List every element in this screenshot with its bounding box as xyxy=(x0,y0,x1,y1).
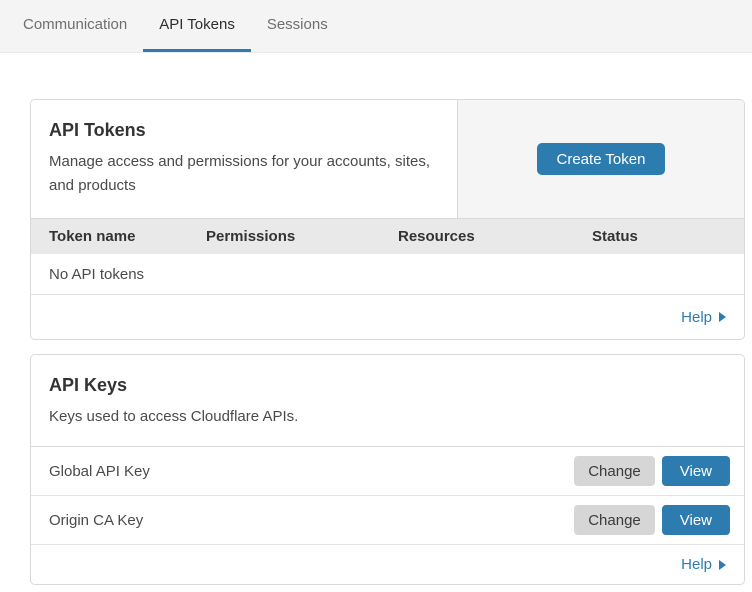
api-keys-help-link[interactable]: Help xyxy=(681,556,726,573)
api-tokens-card-header-text: API Tokens Manage access and permissions… xyxy=(31,100,457,218)
token-table-col-token-name: Token name xyxy=(49,228,206,245)
global-api-key-view-button[interactable]: View xyxy=(662,456,730,486)
api-tokens-title: API Tokens xyxy=(49,120,439,141)
api-keys-card: API Keys Keys used to access Cloudflare … xyxy=(30,354,745,585)
token-table-col-resources: Resources xyxy=(398,228,592,245)
token-table-empty-row: No API tokens xyxy=(31,254,744,295)
help-arrow-icon xyxy=(719,312,726,322)
global-api-key-actions: Change View xyxy=(574,456,730,486)
token-table-header: Token name Permissions Resources Status xyxy=(31,218,744,254)
page-content: API Tokens Manage access and permissions… xyxy=(0,53,752,585)
create-token-button[interactable]: Create Token xyxy=(537,143,666,175)
token-table-col-status: Status xyxy=(592,228,744,245)
api-tokens-card-header-panel: Create Token xyxy=(457,100,744,218)
global-api-key-change-button[interactable]: Change xyxy=(574,456,655,486)
tab-api-tokens[interactable]: API Tokens xyxy=(143,0,251,52)
api-keys-title: API Keys xyxy=(49,375,726,396)
token-table-col-permissions: Permissions xyxy=(206,228,398,245)
tab-sessions[interactable]: Sessions xyxy=(251,0,344,52)
tab-communication[interactable]: Communication xyxy=(7,0,143,52)
api-keys-card-header: API Keys Keys used to access Cloudflare … xyxy=(31,355,744,447)
origin-ca-key-view-button[interactable]: View xyxy=(662,505,730,535)
api-keys-description: Keys used to access Cloudflare APIs. xyxy=(49,405,726,429)
origin-ca-key-change-button[interactable]: Change xyxy=(574,505,655,535)
api-keys-card-footer: Help xyxy=(31,545,744,584)
api-tokens-card-footer: Help xyxy=(31,295,744,339)
api-tokens-help-link[interactable]: Help xyxy=(681,309,726,326)
origin-ca-key-row: Origin CA Key Change View xyxy=(31,496,744,545)
api-tokens-description: Manage access and permissions for your a… xyxy=(49,150,439,198)
global-api-key-label: Global API Key xyxy=(49,463,574,480)
tab-bar: Communication API Tokens Sessions xyxy=(0,0,752,53)
help-arrow-icon xyxy=(719,560,726,570)
global-api-key-row: Global API Key Change View xyxy=(31,447,744,496)
origin-ca-key-label: Origin CA Key xyxy=(49,512,574,529)
api-tokens-card: API Tokens Manage access and permissions… xyxy=(30,99,745,340)
help-link-label: Help xyxy=(681,556,712,573)
origin-ca-key-actions: Change View xyxy=(574,505,730,535)
api-tokens-card-header: API Tokens Manage access and permissions… xyxy=(31,100,744,218)
help-link-label: Help xyxy=(681,309,712,326)
token-table-empty-message: No API tokens xyxy=(49,266,144,283)
